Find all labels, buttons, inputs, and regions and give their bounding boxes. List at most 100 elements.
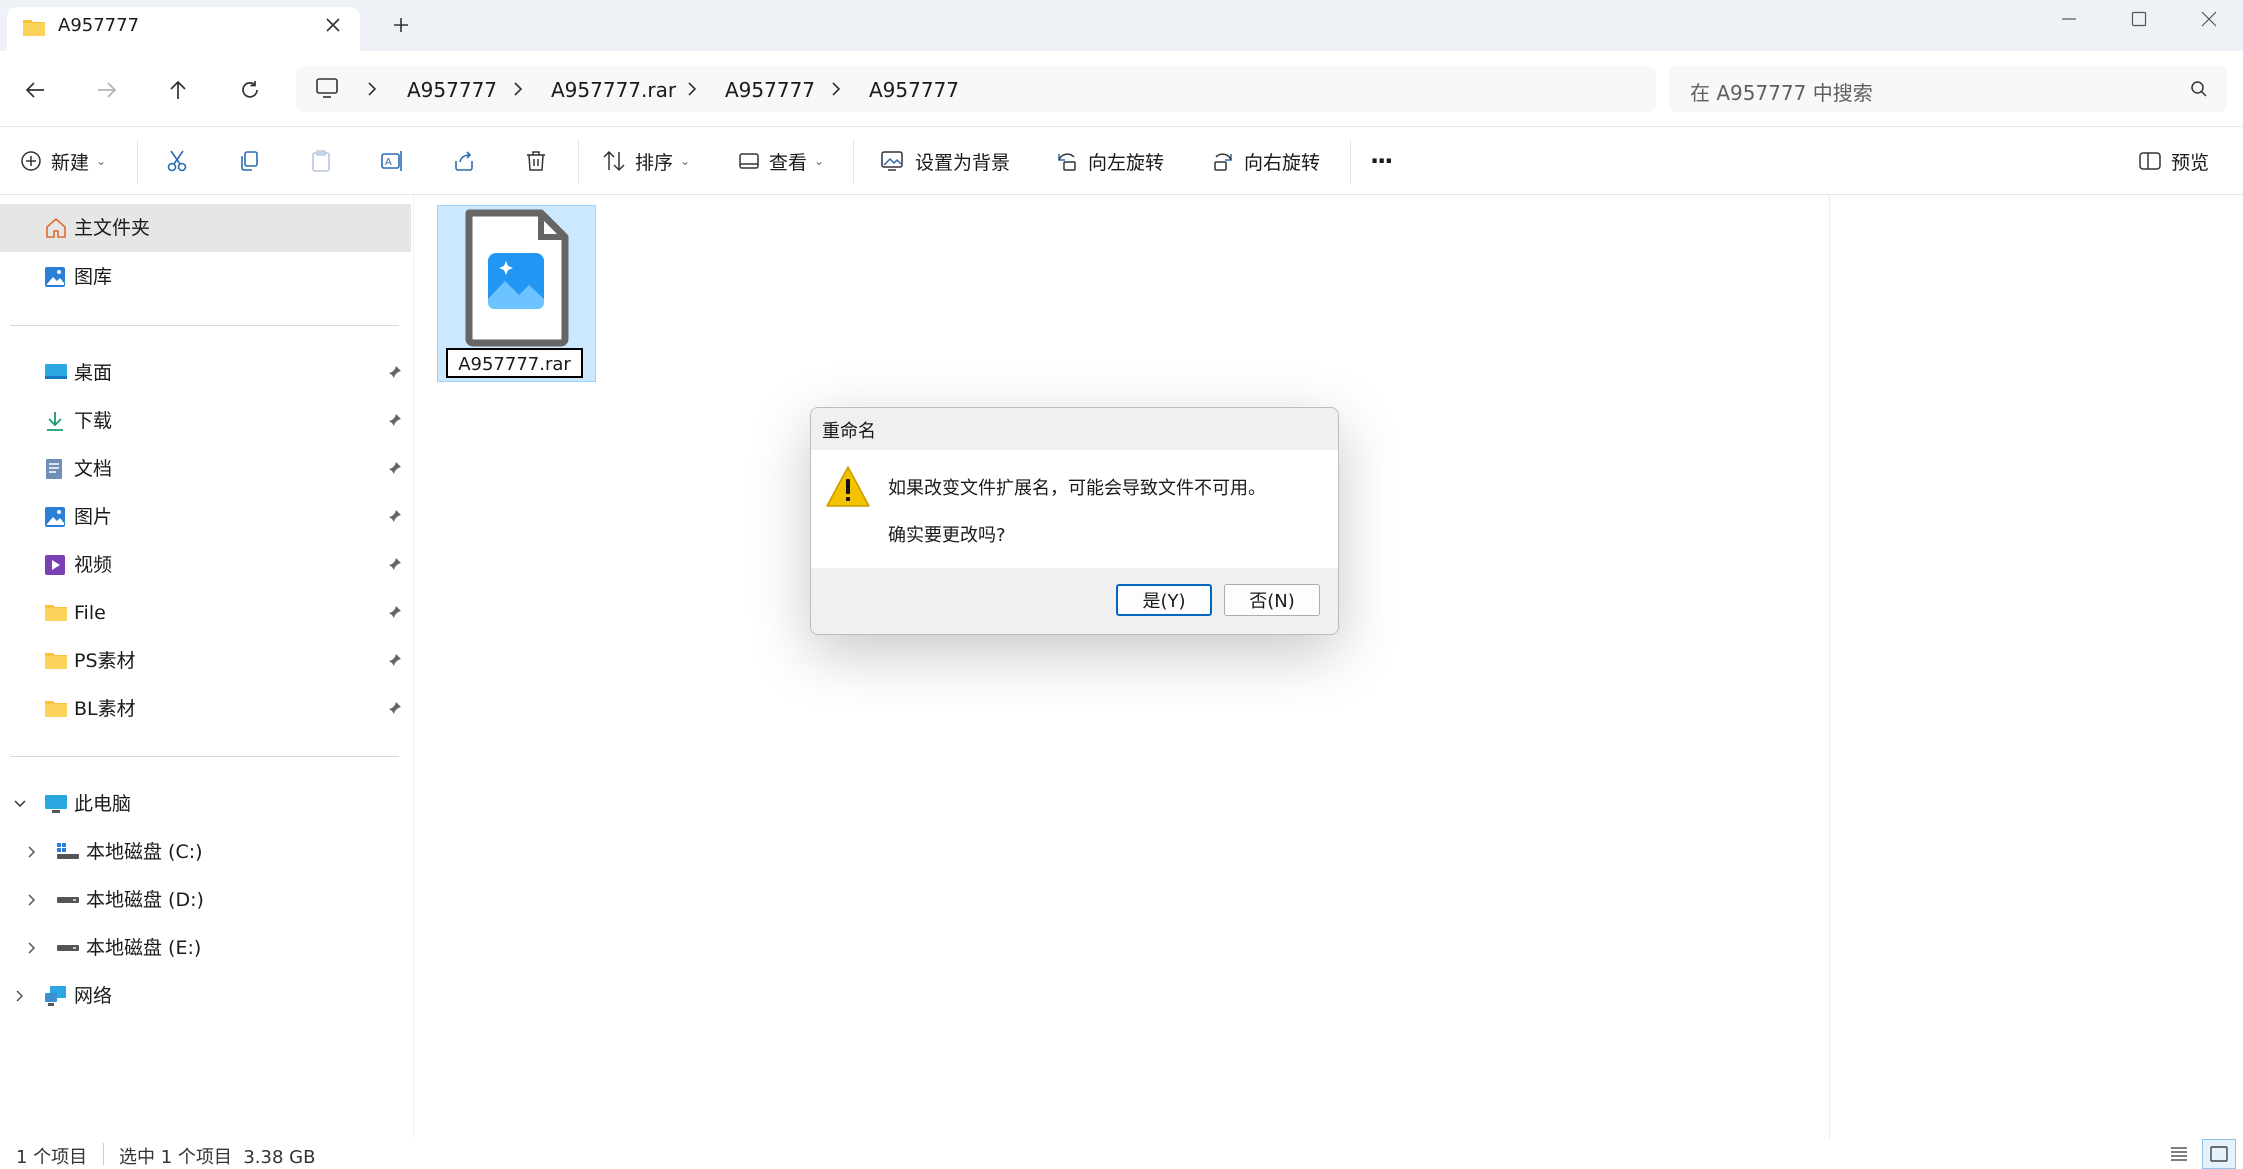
sidebar-item-label: 视频 [74,554,113,576]
sidebar-divider [10,325,399,326]
chevron-right-icon[interactable] [24,892,40,908]
gallery-icon [44,266,66,288]
pin-icon[interactable] [388,365,402,379]
computer-icon [44,793,68,815]
pin-icon[interactable] [388,461,402,475]
pin-icon[interactable] [388,509,402,523]
preview-pane-button[interactable]: 预览 [2138,146,2209,176]
sidebar-item-home[interactable]: 主文件夹 [0,204,411,252]
breadcrumb-item[interactable]: A957777 [869,78,959,102]
sidebar-item-label: 下载 [74,410,113,432]
sidebar-item-videos[interactable]: 视频 [0,541,411,589]
sort-button[interactable]: 排序 ⌄ [602,146,690,176]
rotate-right-button[interactable]: 向右旋转 [1211,146,1320,176]
chevron-right-icon[interactable] [830,80,842,98]
pin-icon[interactable] [388,701,402,715]
item-count: 1 个项目 [16,1147,88,1168]
breadcrumb-item[interactable]: A957777 [725,78,815,102]
sidebar-item-ps-assets[interactable]: PS素材 [0,637,411,685]
set-background-button[interactable]: 设置为背景 [880,146,1010,176]
sidebar-item-drive-e[interactable]: 本地磁盘 (E:) [0,924,411,972]
sidebar-divider [10,756,399,757]
copy-button[interactable] [237,146,270,176]
filename-edit-input[interactable]: A957777.rar [446,348,583,378]
sidebar-item-desktop[interactable]: 桌面 [0,349,411,397]
share-button[interactable] [452,146,485,176]
sidebar-item-this-pc[interactable]: 此电脑 [0,780,411,828]
delete-button[interactable] [524,146,557,176]
chevron-right-icon[interactable] [12,988,28,1004]
new-button[interactable]: 新建 ⌄ [20,146,106,176]
status-divider [103,1143,104,1165]
chevron-right-icon[interactable] [366,80,378,98]
rename-button[interactable]: A [380,146,413,176]
sidebar-item-downloads[interactable]: 下载 [0,397,411,445]
forward-arrow-icon[interactable] [89,72,125,108]
dialog-question: 确实要更改吗? [888,525,1006,546]
drive-icon [56,841,80,861]
preview-pane-icon [2139,152,2161,170]
document-icon [44,458,64,480]
chevron-right-icon[interactable] [686,80,698,98]
clipboard-icon [312,150,330,172]
preview-pane-divider [1829,194,1830,1139]
up-arrow-icon[interactable] [160,72,196,108]
pin-icon[interactable] [388,605,402,619]
large-icons-view-icon[interactable] [2202,1139,2236,1169]
back-arrow-icon[interactable] [17,72,53,108]
computer-icon[interactable] [315,77,339,99]
chevron-down-icon: ⌄ [96,154,107,168]
copy-icon [241,151,258,171]
pin-icon[interactable] [388,653,402,667]
chevron-right-icon[interactable] [512,80,524,98]
preview-label: 预览 [2171,151,2210,174]
close-window-icon[interactable] [2174,4,2243,34]
sidebar-item-bl-assets[interactable]: BL素材 [0,685,411,733]
sidebar-item-network[interactable]: 网络 [0,972,411,1020]
sidebar-item-file[interactable]: File [0,589,411,637]
sidebar-item-label: 本地磁盘 (D:) [86,889,204,911]
view-button[interactable]: 查看 ⌄ [738,146,824,176]
chevron-right-icon[interactable] [24,940,40,956]
dialog-title: 重命名 [822,421,876,442]
sidebar-item-label: 此电脑 [74,793,132,815]
breadcrumb-item[interactable]: A957777.rar [551,78,676,102]
pin-icon[interactable] [388,557,402,571]
new-tab-icon[interactable] [392,16,410,34]
search-input[interactable]: 在 A957777 中搜索 [1690,77,1873,106]
search-icon[interactable] [2190,80,2208,98]
sidebar-item-pictures[interactable]: 图片 [0,493,411,541]
selection-info: 选中 1 个项目 3.38 GB [119,1147,316,1168]
pin-icon[interactable] [388,413,402,427]
address-bar[interactable] [296,66,1656,112]
sidebar-item-label: 图库 [74,266,113,288]
sidebar-item-documents[interactable]: 文档 [0,445,411,493]
rename-icon: A [381,151,402,171]
toolbar-divider [137,140,138,184]
chevron-down-icon: ⌄ [814,154,825,168]
chevron-right-icon[interactable] [24,844,40,860]
rotate-left-button[interactable]: 向左旋转 [1055,146,1164,176]
sidebar-item-gallery[interactable]: 图库 [0,253,411,301]
sidebar-item-label: 本地磁盘 (E:) [86,937,202,959]
toolbar-divider [578,140,579,184]
desktop-icon [44,362,68,382]
yes-button[interactable]: 是(Y) [1116,584,1212,616]
video-icon [44,554,66,576]
maximize-icon[interactable] [2104,4,2174,34]
sidebar-item-drive-d[interactable]: 本地磁盘 (D:) [0,876,411,924]
refresh-icon[interactable] [232,72,268,108]
minimize-icon[interactable] [2034,4,2104,34]
chevron-down-icon[interactable] [12,796,28,812]
pane-divider [413,194,414,1139]
no-button[interactable]: 否(N) [1224,584,1320,616]
details-view-icon[interactable] [2168,1144,2190,1164]
breadcrumb-item[interactable]: A957777 [407,78,497,102]
more-options-button[interactable]: ··· [1370,146,1393,176]
download-icon [44,410,66,432]
cut-button[interactable] [165,146,198,176]
drive-icon [56,937,80,957]
close-tab-icon[interactable] [324,16,342,34]
sidebar-item-drive-c[interactable]: 本地磁盘 (C:) [0,828,411,876]
paste-button[interactable] [309,146,342,176]
